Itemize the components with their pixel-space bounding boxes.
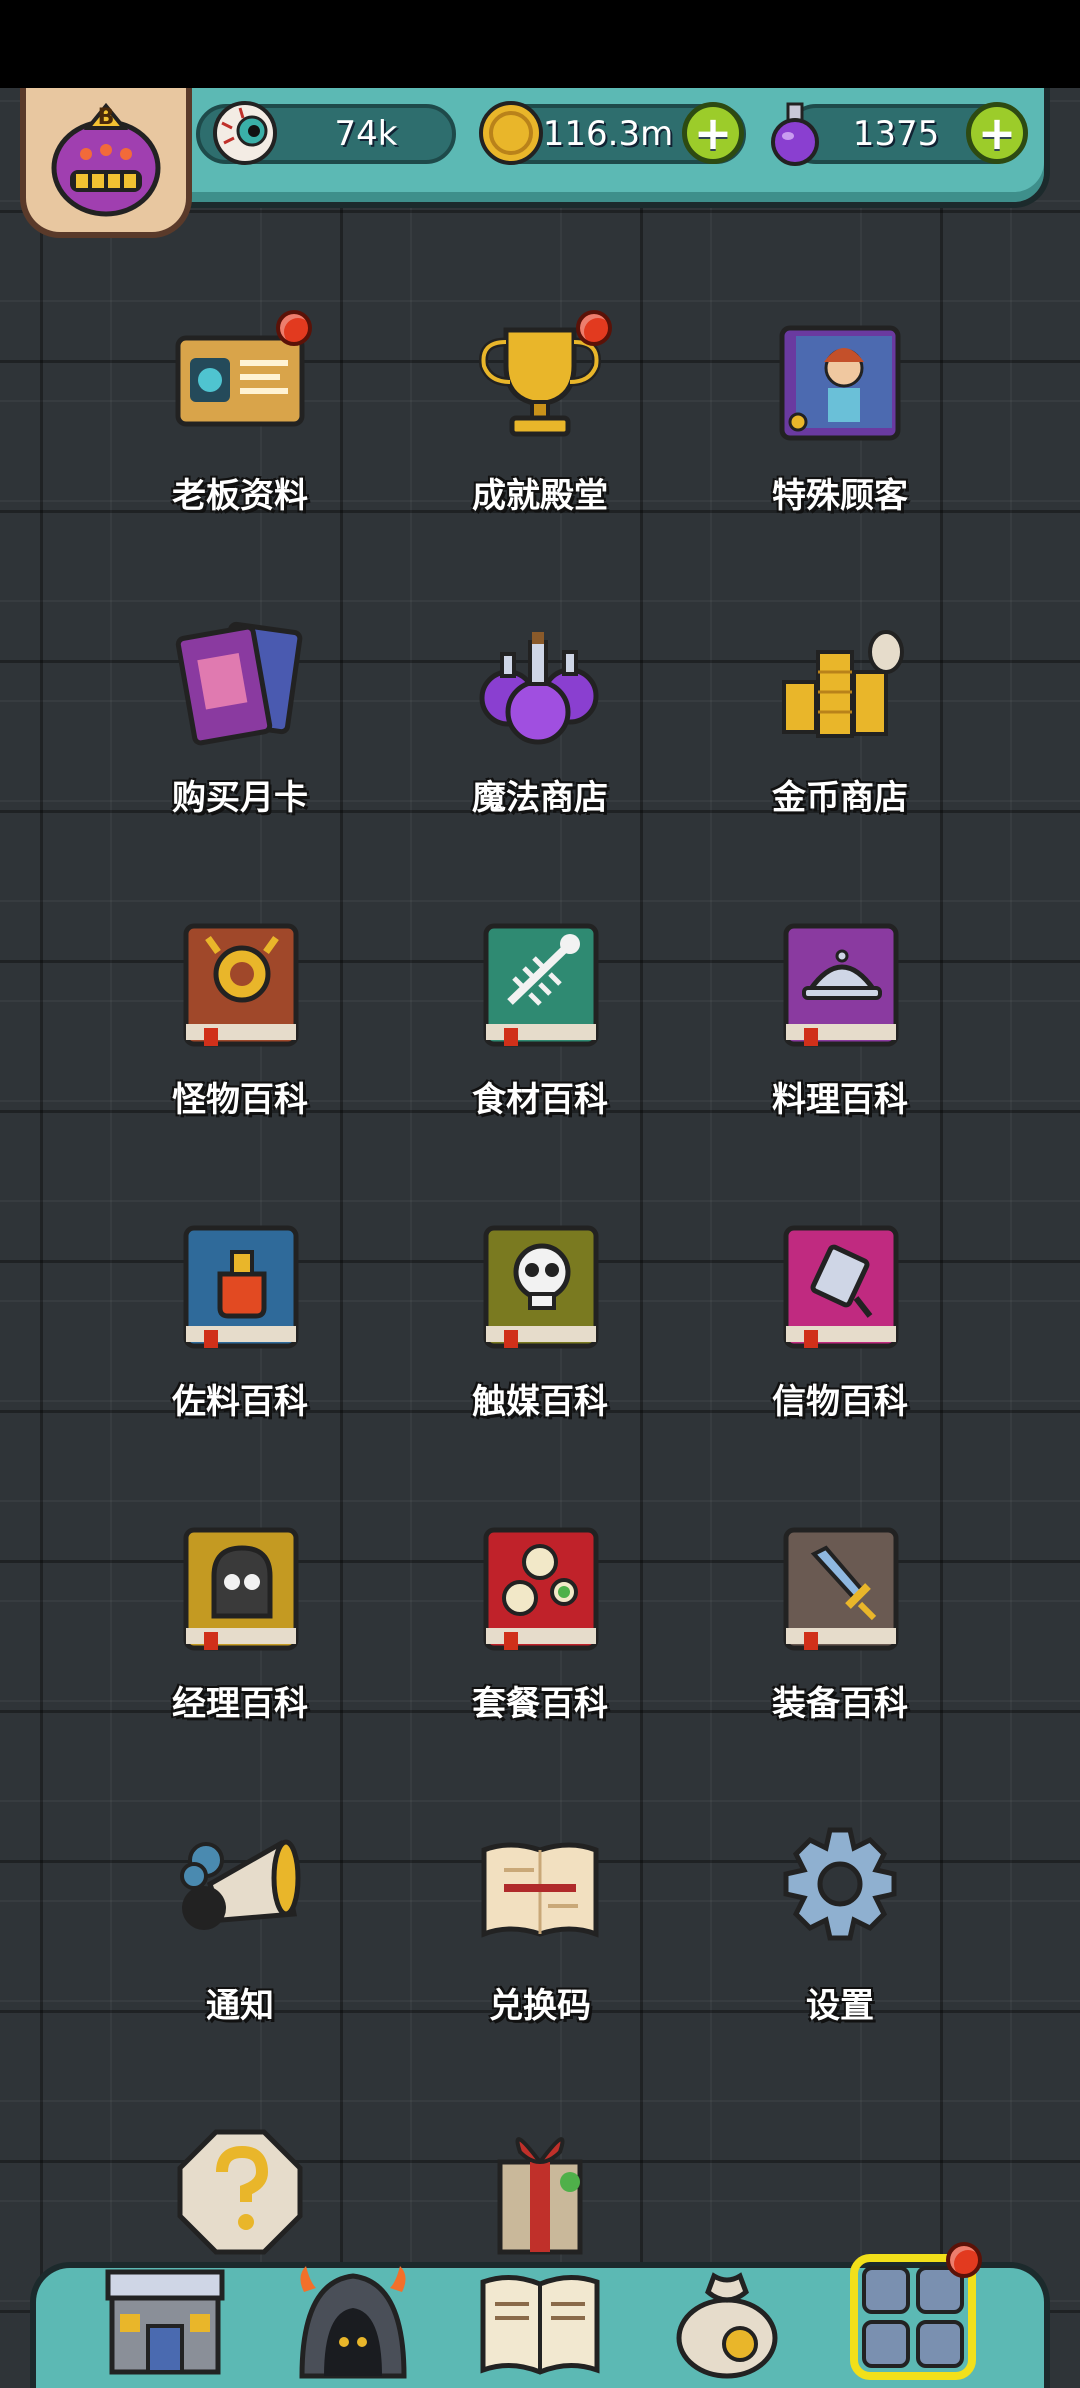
menu-item-special-customers[interactable]: 特殊顾客 [680,290,980,540]
plus-icon: + [693,106,733,160]
menu-item-ingredient-encyclopedia[interactable]: 食材百科 [380,894,680,1144]
manager-book-icon [170,1518,310,1658]
set-meal-book-icon [470,1518,610,1658]
gift-icon [470,2122,610,2262]
menu-item-label: 套餐百科 [472,1684,608,1724]
megaphone-icon [170,1820,310,1960]
menu-item-label: 成就殿堂 [472,476,608,516]
menu-item-label: 购买月卡 [172,778,308,818]
menu-item-label: 设置 [806,1986,874,2026]
boss-avatar-icon: B [51,102,161,217]
nav-monster-cave-button[interactable] [288,2252,418,2382]
gear-icon [770,1820,910,1960]
menu-item-catalyst-encyclopedia[interactable]: 触媒百科 [380,1196,680,1446]
menu-item-cuisine-encyclopedia[interactable]: 料理百科 [680,894,980,1144]
gold-coin-icon [476,98,546,168]
token-book-icon [770,1216,910,1356]
menu-item-monthly-card[interactable]: 购买月卡 [80,592,380,842]
ingredient-book-icon [470,914,610,1054]
monster-book-icon [170,914,310,1054]
status-bar [0,0,1080,88]
menu-item-label: 魔法商店 [472,778,608,818]
help-question-icon [170,2122,310,2262]
purple-potion-icon [760,98,830,168]
menu-item-boss-profile[interactable]: 老板资料 [80,290,380,540]
menu-item-label: 通知 [206,1986,274,2026]
notification-badge [576,310,612,346]
nav-menu-grid-button[interactable] [848,2242,982,2382]
potion-count: 1375 [852,114,940,154]
nav-money-bag-button[interactable] [662,2252,792,2382]
menu-item-gold-shop[interactable]: 金币商店 [680,592,980,842]
menu-item-set-meal-encyclopedia[interactable]: 套餐百科 [380,1498,680,1748]
menu-item-manager-encyclopedia[interactable]: 经理百科 [80,1498,380,1748]
menu-item-achievements[interactable]: 成就殿堂 [380,290,680,540]
menu-item-label: 经理百科 [172,1684,308,1724]
menu-item-label: 佐料百科 [172,1382,308,1422]
menu-item-equipment-encyclopedia[interactable]: 装备百科 [680,1498,980,1748]
nav-book-button[interactable] [475,2252,605,2382]
menu-item-seasoning-encyclopedia[interactable]: 佐料百科 [80,1196,380,1446]
menu-item-label: 食材百科 [472,1080,608,1120]
menu-item-label: 怪物百科 [172,1080,308,1120]
cuisine-book-icon [770,914,910,1054]
money-bag-icon [676,2272,778,2379]
resource-bar: 74k 116.3m + 1375 + [150,88,1050,208]
menu-item-label: 兑换码 [489,1986,591,2026]
monthly-card-icon [170,612,310,752]
seasoning-book-icon [170,1216,310,1356]
eyeball-icon [210,98,280,168]
menu-item-label: 特殊顾客 [772,476,908,516]
menu-item-notifications[interactable]: 通知 [80,1800,380,2050]
player-avatar[interactable]: B [20,88,192,238]
notification-badge [276,310,312,346]
menu-item-redeem-code[interactable]: 兑换码 [380,1800,680,2050]
menu-item-settings[interactable]: 设置 [680,1800,980,2050]
gold-count: 116.3m [542,114,674,154]
restaurant-icon [105,2269,225,2375]
menu-item-label: 老板资料 [172,476,308,516]
special-customer-book-icon [770,310,910,450]
menu-item-monster-encyclopedia[interactable]: 怪物百科 [80,894,380,1144]
notification-badge [946,2242,982,2278]
menu-item-label: 触媒百科 [472,1382,608,1422]
menu-item-token-encyclopedia[interactable]: 信物百科 [680,1196,980,1446]
menu-item-magic-shop[interactable]: 魔法商店 [380,592,680,842]
avatar-badge: B [98,105,115,130]
nav-restaurant-button[interactable] [100,2252,230,2382]
coin-stack-icon [770,612,910,752]
menu-item-label: 信物百科 [772,1382,908,1422]
add-gold-button[interactable]: + [682,102,744,164]
scroll-icon [470,1820,610,1960]
add-potion-button[interactable]: + [966,102,1028,164]
menu-item-label: 装备百科 [772,1684,908,1724]
magic-potions-icon [470,612,610,752]
equipment-book-icon [770,1518,910,1658]
open-book-icon [480,2275,600,2375]
catalyst-book-icon [470,1216,610,1356]
menu-item-label: 料理百科 [772,1080,908,1120]
monster-cave-icon [299,2266,407,2379]
menu-item-label: 金币商店 [772,778,908,818]
eyeball-count: 74k [334,114,398,154]
plus-icon: + [977,106,1017,160]
